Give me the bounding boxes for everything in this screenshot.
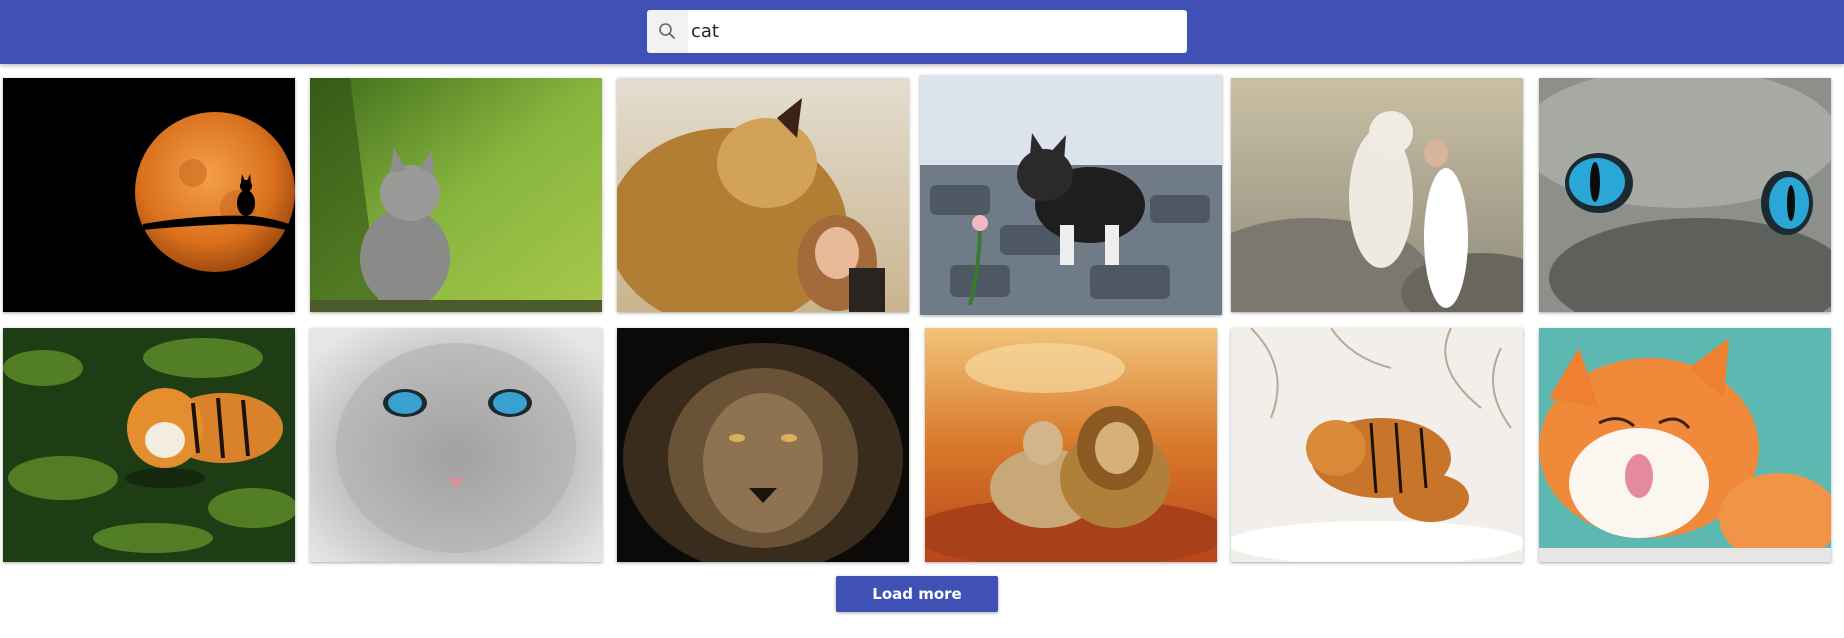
result-image-3[interactable]	[617, 78, 909, 312]
kitten-with-flower-image	[920, 75, 1222, 315]
ginger-cat-licking-image	[1539, 328, 1831, 562]
load-more-button[interactable]: Load more	[836, 576, 998, 612]
result-image-1[interactable]	[3, 78, 295, 312]
top-bar	[0, 0, 1844, 64]
result-image-12[interactable]	[1539, 328, 1831, 562]
result-image-6[interactable]	[1539, 78, 1831, 312]
search-icon[interactable]	[647, 10, 688, 53]
gray-kitten-grass-image	[310, 78, 602, 312]
tigers-in-snow-image	[1231, 328, 1523, 562]
cat-blue-eyes-closeup-image	[1539, 78, 1831, 312]
lion-hugging-girl-image	[617, 78, 909, 312]
result-image-10[interactable]	[925, 328, 1217, 562]
lions-sunset-image	[925, 328, 1217, 562]
search-box[interactable]	[647, 10, 1187, 53]
result-image-4[interactable]	[920, 75, 1222, 315]
result-image-8[interactable]	[310, 328, 602, 562]
result-image-7[interactable]	[3, 328, 295, 562]
moon-cat-silhouette-image	[3, 78, 295, 312]
gray-cat-blue-eyes-image	[310, 328, 602, 562]
result-image-9[interactable]	[617, 328, 909, 562]
result-image-2[interactable]	[310, 78, 602, 312]
lion-dark-portrait-image	[617, 328, 909, 562]
result-image-5[interactable]	[1231, 78, 1523, 312]
tiger-in-water-image	[3, 328, 295, 562]
white-tiger-woman-image	[1231, 78, 1523, 312]
search-input[interactable]	[689, 10, 1181, 53]
result-image-11[interactable]	[1231, 328, 1523, 562]
